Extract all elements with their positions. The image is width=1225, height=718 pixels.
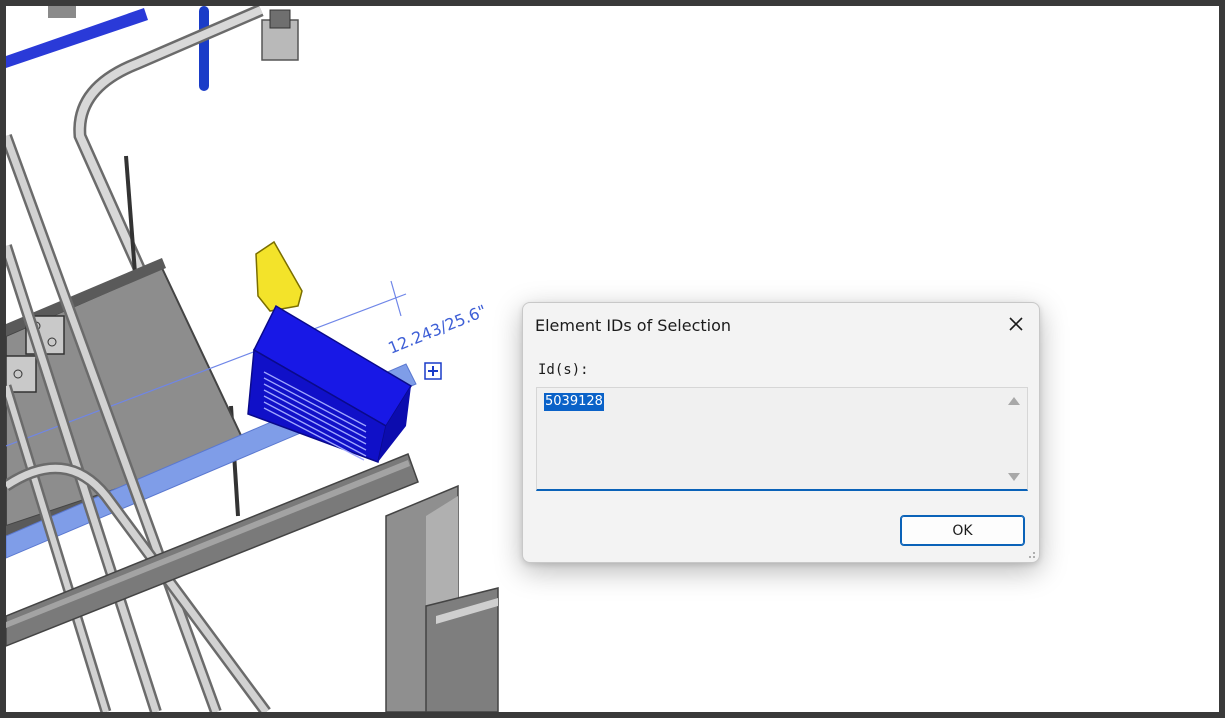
hanger-rod-1 bbox=[124, 155, 138, 287]
gray-block-top bbox=[48, 6, 76, 18]
blue-rod[interactable] bbox=[199, 6, 209, 91]
scroll-down-arrow-icon[interactable] bbox=[1007, 471, 1021, 483]
close-button[interactable] bbox=[999, 309, 1033, 339]
junction-box-top[interactable] bbox=[261, 9, 299, 61]
ids-field-label: Id(s): bbox=[538, 362, 589, 378]
conduit-curved-top[interactable] bbox=[73, 6, 264, 309]
dialog-title: Element IDs of Selection bbox=[535, 316, 732, 335]
dimension-text[interactable]: 12.243/25.6" bbox=[385, 301, 489, 358]
ids-textarea[interactable]: 5039128 bbox=[536, 387, 1028, 491]
ok-button[interactable]: OK bbox=[900, 515, 1025, 546]
scroll-up-arrow-icon[interactable] bbox=[1007, 395, 1021, 407]
close-icon bbox=[1009, 317, 1023, 331]
revit-3d-view[interactable]: 12.243/25.6" Element IDs of Selection Id… bbox=[6, 6, 1219, 712]
element-ids-dialog[interactable]: Element IDs of Selection Id(s): 5039128 … bbox=[522, 302, 1040, 563]
blue-duct-top[interactable] bbox=[6, 8, 148, 68]
light-fixture-yellow[interactable] bbox=[255, 240, 303, 312]
steel-column[interactable] bbox=[385, 484, 499, 712]
move-handle-icon[interactable] bbox=[424, 362, 442, 380]
resize-grip-icon[interactable] bbox=[1026, 549, 1036, 559]
ids-value[interactable]: 5039128 bbox=[544, 393, 604, 411]
